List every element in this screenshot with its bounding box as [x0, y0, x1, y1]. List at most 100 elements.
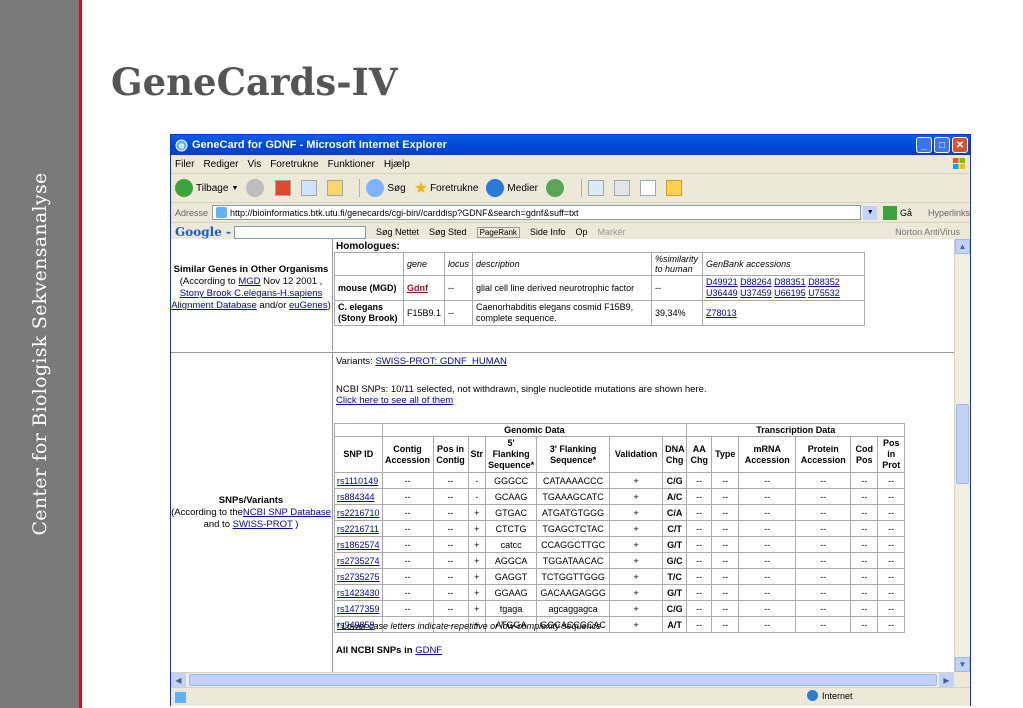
maximize-button[interactable]: □: [934, 137, 950, 153]
scroll-left-icon[interactable]: ◀: [171, 673, 186, 687]
table-row: rs1477359 -- -- + tgaga agcaggagca + C/G -- -- -- -…: [334, 600, 906, 617]
google-search-input[interactable]: [234, 225, 366, 239]
table-cell: GGGCC: [485, 472, 538, 489]
similar-genes-header: Similar Genes in Other Organisms: [173, 264, 329, 275]
table-cell: C/G: [662, 472, 688, 489]
gdnf-link[interactable]: GDNF: [415, 645, 442, 656]
see-all-link[interactable]: Click here to see all of them: [336, 395, 707, 406]
swissprot-link[interactable]: SWISS-PROT: [233, 519, 293, 530]
accession-link[interactable]: U66195: [774, 288, 806, 298]
table-cell: --: [432, 520, 469, 537]
menu-tools[interactable]: Funktioner: [328, 159, 375, 170]
horizontal-scrollbar[interactable]: ◀ ▶: [171, 672, 954, 687]
scroll-up-icon[interactable]: ▲: [955, 239, 970, 254]
snp-id-link[interactable]: rs2216711: [334, 520, 383, 537]
address-dropdown-icon[interactable]: ▼: [863, 205, 878, 220]
page-info-button[interactable]: Side Info: [530, 227, 566, 237]
links-button[interactable]: Hyperlinks: [928, 208, 970, 218]
refresh-button[interactable]: [301, 180, 319, 196]
vertical-scrollbar[interactable]: ▲ ▼: [954, 239, 970, 672]
print-button[interactable]: [614, 180, 632, 196]
menu-file[interactable]: Filer: [175, 159, 194, 170]
title-bar[interactable]: e GeneCard for GDNF - Microsoft Internet…: [171, 135, 970, 155]
google-search-site-button[interactable]: Søg Sted: [429, 227, 467, 237]
accession-link[interactable]: D88264: [740, 277, 772, 287]
scrollbar-thumb[interactable]: [956, 404, 969, 484]
table-cell: TGAGCTCTAC: [536, 520, 611, 537]
snp-id-link[interactable]: rs884344: [334, 488, 383, 505]
word-button[interactable]: [640, 180, 658, 196]
history-icon: [546, 179, 564, 197]
go-arrow-icon[interactable]: [883, 205, 897, 220]
history-button[interactable]: [546, 179, 567, 197]
accession-link[interactable]: U37459: [740, 288, 772, 298]
home-button[interactable]: [327, 180, 345, 196]
table-cell: C/G: [662, 600, 688, 617]
norton-antivirus-button[interactable]: Norton AntiVirus: [895, 227, 960, 237]
highlight-button[interactable]: Markér: [597, 227, 625, 237]
accession-link[interactable]: U36449: [706, 288, 738, 298]
accession-link[interactable]: D49921: [706, 277, 738, 287]
similar-and-text: and/or: [256, 300, 290, 311]
menu-favorites[interactable]: Foretrukne: [270, 159, 318, 170]
accession-link[interactable]: D88352: [808, 277, 840, 287]
ncbi-snp-link[interactable]: NCBI SNP Database: [243, 507, 331, 518]
table-cell: F15B9.1: [402, 300, 446, 326]
search-button[interactable]: Søg: [366, 179, 406, 197]
table-cell: --: [444, 275, 474, 301]
similar-close-text: ): [327, 300, 331, 311]
snps-table-body: rs1110149 -- -- - GGGCC CATAAAACCC + C/G -- -- -- -…: [334, 472, 906, 633]
accession-link[interactable]: D88351: [774, 277, 806, 287]
snp-id-link[interactable]: rs2216710: [334, 504, 383, 521]
favorites-button[interactable]: ★ Foretrukne: [414, 178, 479, 198]
chevron-down-icon: ▼: [231, 184, 239, 192]
snp-id-link[interactable]: rs2735274: [334, 552, 383, 569]
menu-edit[interactable]: Rediger: [203, 159, 238, 170]
forward-button[interactable]: [246, 179, 267, 197]
table-cell: --: [738, 584, 797, 601]
back-button[interactable]: Tilbage ▼: [175, 179, 238, 197]
table-cell: --: [877, 616, 906, 633]
folder-button[interactable]: [666, 180, 684, 196]
table-cell: --: [432, 504, 469, 521]
table-cell: --: [686, 504, 713, 521]
close-button[interactable]: ✕: [952, 137, 968, 153]
swissprot-gdnf-link[interactable]: SWISS-PROT: GDNF_HUMAN: [375, 356, 506, 367]
media-button[interactable]: Medier: [486, 179, 538, 197]
scrollbar-thumb[interactable]: [189, 674, 937, 686]
table-cell: TGGATAACAC: [536, 552, 611, 569]
pagerank-indicator[interactable]: PageRank: [476, 226, 520, 238]
mgd-link[interactable]: MGD: [238, 276, 260, 287]
eugenes-link[interactable]: euGenes: [289, 300, 328, 311]
up-button[interactable]: Op: [575, 227, 587, 237]
menu-help[interactable]: Hjælp: [384, 159, 410, 170]
snp-id-link[interactable]: rs2735275: [334, 568, 383, 585]
google-search-web-button[interactable]: Søg Nettet: [376, 227, 419, 237]
gene-link[interactable]: Gdnf: [402, 275, 446, 301]
minimize-button[interactable]: _: [916, 137, 932, 153]
table-cell: --: [795, 584, 852, 601]
windows-logo-icon: [953, 158, 965, 169]
accession-link[interactable]: Z78013: [706, 308, 737, 318]
snp-id-link[interactable]: rs1110149: [334, 472, 383, 489]
snp-id-link[interactable]: rs1862574: [334, 536, 383, 553]
table-cell: --: [381, 536, 434, 553]
snp-id-link[interactable]: rs1477359: [334, 600, 383, 617]
scroll-right-icon[interactable]: ▶: [939, 673, 954, 687]
table-cell: --: [432, 472, 469, 489]
mail-button[interactable]: [588, 180, 606, 196]
scroll-down-icon[interactable]: ▼: [955, 657, 970, 672]
variants-line: Variants: SWISS-PROT: GDNF_HUMAN: [336, 356, 507, 367]
table-cell: --: [795, 568, 852, 585]
snps-close-text: ): [292, 519, 299, 530]
snp-id-link[interactable]: rs1423430: [334, 584, 383, 601]
table-cell: --: [711, 536, 740, 553]
menu-view[interactable]: Vis: [247, 159, 261, 170]
go-button[interactable]: Gå: [900, 208, 912, 218]
address-input[interactable]: http://bioinformatics.btk.utu.fi/genecar…: [212, 205, 862, 220]
table-cell: +: [609, 616, 664, 633]
accession-link[interactable]: U75532: [808, 288, 840, 298]
snps-title: SNPs/Variants: [218, 495, 284, 506]
google-logo[interactable]: Google -: [175, 225, 231, 239]
stop-button[interactable]: [275, 180, 293, 196]
